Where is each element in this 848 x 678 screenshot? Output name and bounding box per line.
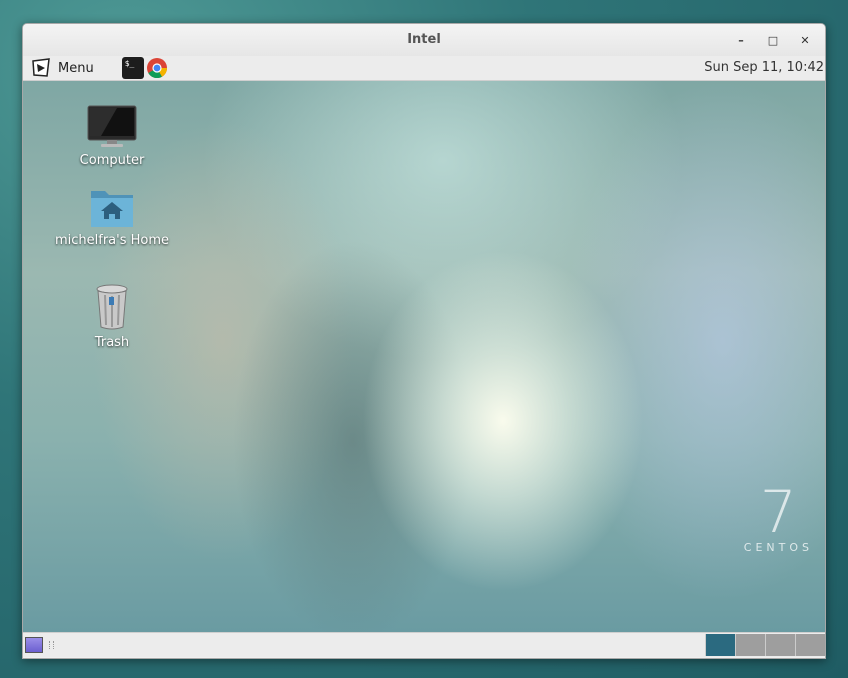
close-icon: ✕ [800,33,810,47]
top-panel: Menu $_ Sun Sep 11, 10:42 [23,56,825,81]
workspace-4[interactable] [795,634,825,656]
centos-version-number: 7 [759,478,797,546]
chrome-icon [146,58,167,79]
minimize-icon: – [738,33,744,47]
desktop-icon-label: michelfra's Home [54,233,170,248]
maximize-icon: □ [767,33,779,47]
desktop-icon-trash[interactable]: Trash [47,283,177,350]
applications-menu-button[interactable]: Menu [31,56,94,80]
desktop-icon-label: Trash [94,335,130,350]
desktop-icon-label: Computer [79,153,145,168]
panel-handle[interactable] [49,641,54,649]
trash-can-icon [96,284,128,330]
workspace-switcher [705,633,825,657]
close-button[interactable]: ✕ [789,24,821,56]
bottom-panel [23,632,825,657]
centos-wordmark: CENTOS [743,541,813,554]
desktop-area[interactable]: Computer michelfra's Home Trash 7 CENTOS [23,81,825,632]
title-bar[interactable]: Intel – □ ✕ [23,24,825,56]
chrome-launcher[interactable] [146,57,168,79]
workspace-2[interactable] [735,634,765,656]
terminal-launcher[interactable]: $_ [121,57,144,79]
workspace-1[interactable] [705,634,735,656]
window-title: Intel [407,32,441,47]
maximize-button[interactable]: □ [757,24,789,56]
desktop-icon-home[interactable]: michelfra's Home [47,185,177,248]
show-desktop-icon[interactable] [25,637,43,653]
minimize-button[interactable]: – [725,24,757,56]
vnc-window: Intel – □ ✕ Menu $_ Sun Sep 11, 10:42 Co… [22,23,826,659]
terminal-icon: $_ [121,57,144,79]
menu-label: Menu [58,60,94,76]
home-folder-icon [91,191,133,227]
menu-icon [32,58,50,77]
desktop-icon-computer[interactable]: Computer [47,105,177,168]
window-controls: – □ ✕ [725,24,821,56]
workspace-3[interactable] [765,634,795,656]
clock[interactable]: Sun Sep 11, 10:42 [704,56,824,80]
centos-watermark: 7 CENTOS [744,483,813,554]
computer-monitor-icon [87,105,137,147]
